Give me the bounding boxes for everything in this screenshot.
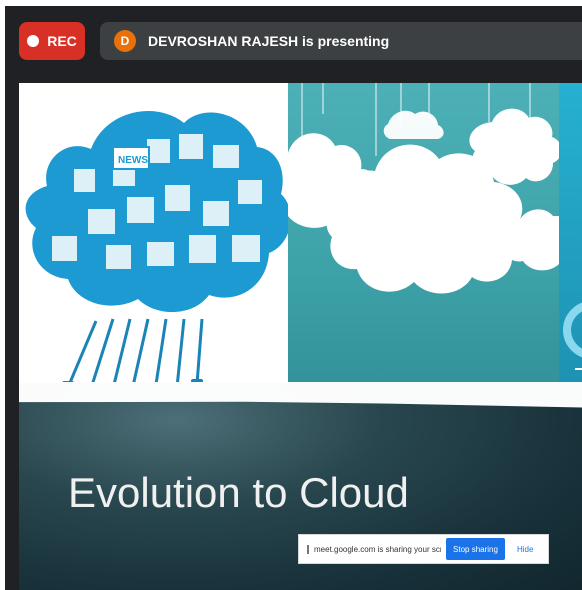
cloud-icon-collage: NEWS xyxy=(19,83,288,415)
recording-label: REC xyxy=(47,33,77,49)
cloud-icon-collage-icon: NEWS xyxy=(19,83,288,415)
hanging-clouds-icon xyxy=(288,83,559,294)
cloud-illustration xyxy=(288,83,559,415)
presenter-initial: D xyxy=(120,34,130,48)
presentation-status-bar: D DEVROSHAN RAJESH is presenting xyxy=(100,22,582,60)
recording-indicator[interactable]: REC xyxy=(19,22,85,60)
hide-button[interactable]: Hide xyxy=(510,545,533,554)
presenter-avatar: D xyxy=(114,30,136,52)
shared-presentation: NEWS Evolution to Cloud meet.google.com … xyxy=(19,83,582,590)
presenter-status-text: DEVROSHAN RAJESH is presenting xyxy=(148,33,390,49)
meeting-window: REC D DEVROSHAN RAJESH is presenting NEW… xyxy=(5,6,582,590)
stop-sharing-button[interactable]: Stop sharing xyxy=(446,538,505,560)
top-bar: REC D DEVROSHAN RAJESH is presenting xyxy=(5,6,582,76)
news-label: NEWS xyxy=(118,155,148,166)
blue-gear-panel xyxy=(559,83,582,415)
screen-sharing-notice: meet.google.com is sharing your screen. … xyxy=(298,534,549,564)
record-dot-icon xyxy=(27,35,40,47)
drag-handle-icon[interactable] xyxy=(307,544,309,554)
sharing-message: meet.google.com is sharing your screen. xyxy=(314,544,441,554)
gear-icon xyxy=(563,302,582,370)
stop-sharing-label: Stop sharing xyxy=(453,544,498,554)
slide-title: Evolution to Cloud xyxy=(68,469,409,516)
